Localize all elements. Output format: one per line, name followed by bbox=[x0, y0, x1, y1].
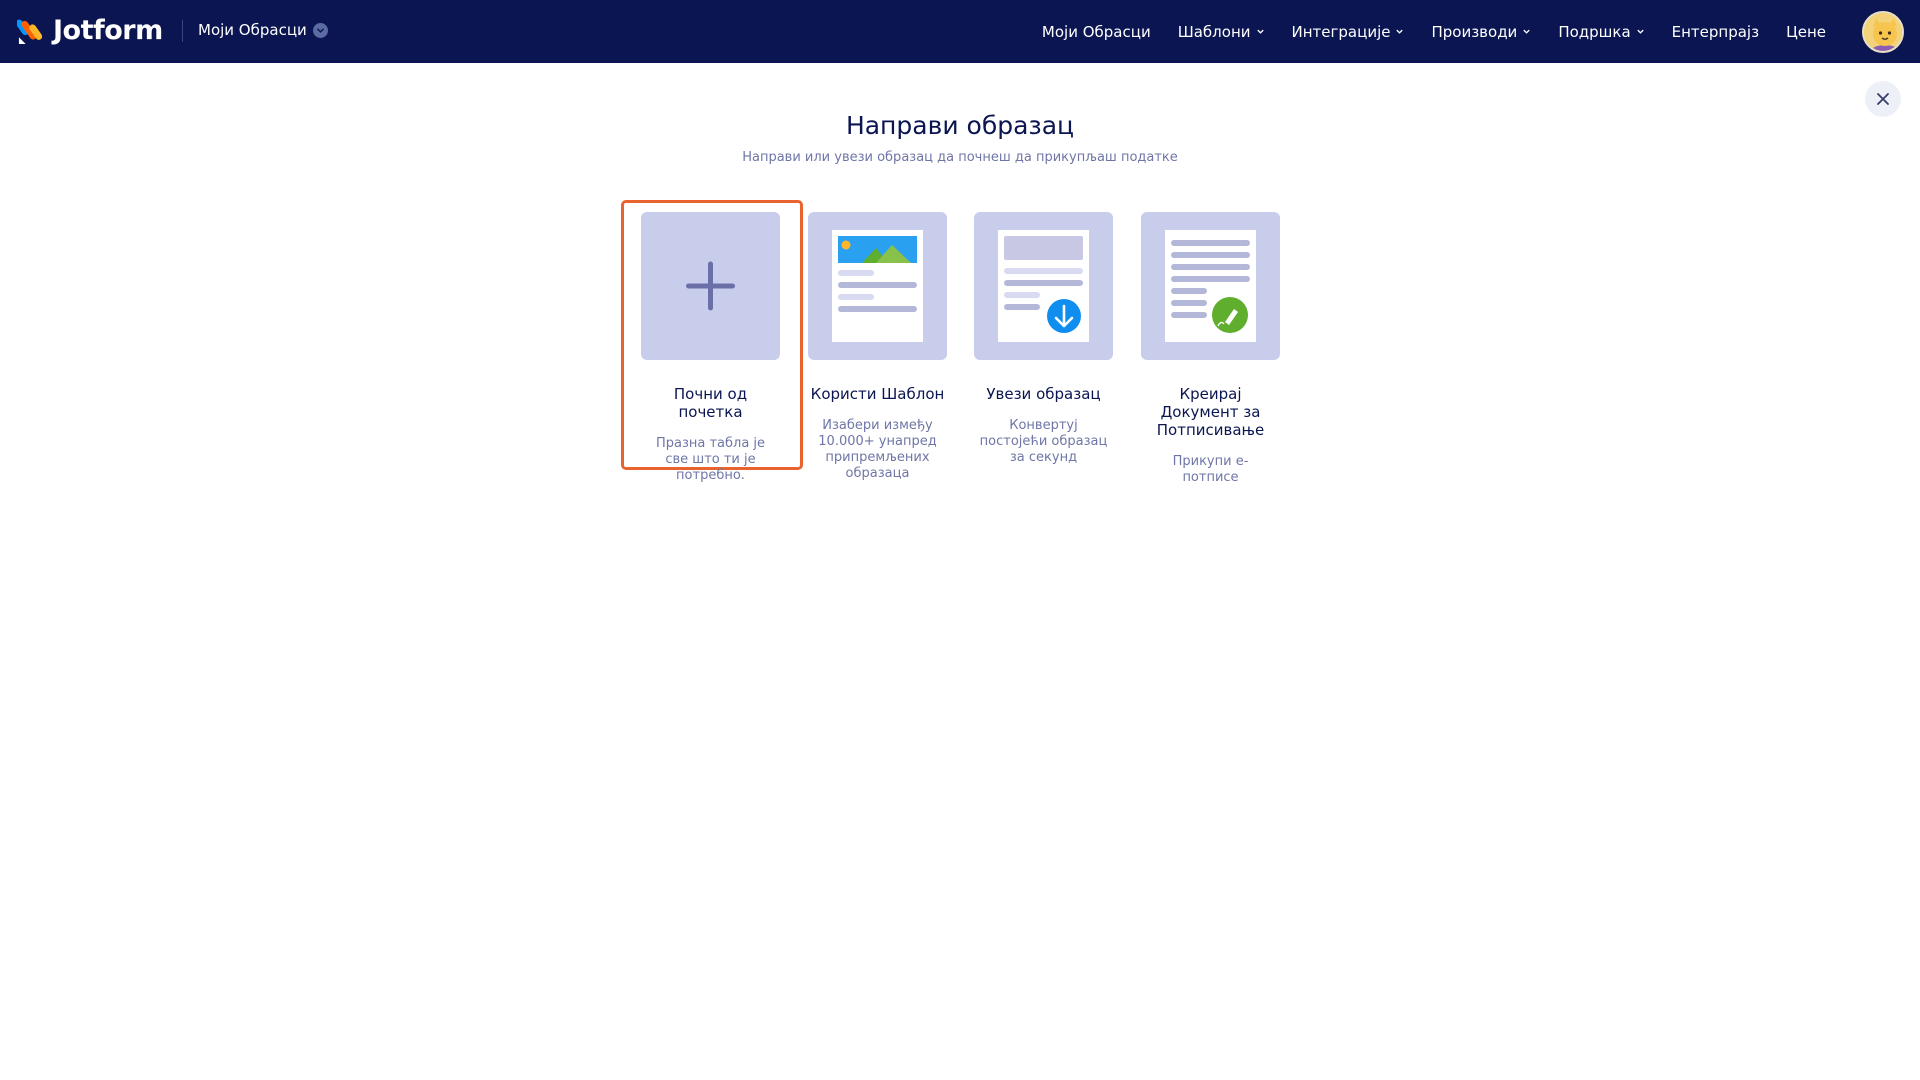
card-title: Креирај Документ за Потписивање bbox=[1156, 385, 1265, 439]
chevron-down-icon bbox=[1636, 29, 1644, 34]
plus-icon bbox=[686, 261, 735, 311]
card-thumbnail bbox=[1141, 212, 1280, 360]
page-title: Направи образац bbox=[845, 111, 1075, 140]
nav-label: Подршка bbox=[1558, 22, 1631, 41]
card-title: Користи Шаблон bbox=[810, 385, 945, 403]
myforms-dropdown[interactable]: Моји Обрасци bbox=[198, 21, 328, 39]
nav-item-pricing[interactable]: Цене bbox=[1786, 23, 1826, 41]
sign-document-icon bbox=[1165, 230, 1256, 342]
page-subtitle: Направи или увези образац да почнеш да п… bbox=[742, 150, 1178, 165]
use-template-card[interactable]: Користи Шаблон Изабери између 10.000+ ун… bbox=[808, 212, 947, 482]
card-thumbnail bbox=[808, 212, 947, 360]
chevron-down-icon bbox=[312, 22, 328, 38]
avatar[interactable] bbox=[1862, 11, 1904, 53]
chevron-down-icon bbox=[1396, 29, 1404, 34]
chevron-down-icon bbox=[1523, 29, 1530, 34]
nav-item-enterprise[interactable]: Ентерпрајз bbox=[1672, 23, 1759, 41]
nav-item-my-forms[interactable]: Моји Обрасци bbox=[1042, 23, 1151, 41]
card-thumbnail bbox=[974, 212, 1113, 360]
card-description: Изабери између 10.000+ унапред припремље… bbox=[818, 418, 937, 481]
create-sign-document-card[interactable]: Креирај Документ за Потписивање Прикупи … bbox=[1141, 212, 1280, 486]
nav-item-integrations[interactable]: Интеграције bbox=[1292, 23, 1405, 41]
nav-label: Цене bbox=[1786, 22, 1826, 41]
jotform-logo-icon bbox=[17, 19, 43, 44]
top-navigation-bar: Jotform Моји Обрасци Моји Обрасци Шаблон… bbox=[0, 0, 1920, 63]
nav-item-support[interactable]: Подршка bbox=[1558, 23, 1644, 41]
card-thumbnail bbox=[641, 212, 780, 360]
nav-label: Шаблони bbox=[1177, 22, 1251, 41]
card-description: Празна табла је све што ти је потребно. bbox=[655, 436, 766, 483]
card-title: Увези образац bbox=[986, 385, 1101, 403]
import-icon bbox=[998, 230, 1089, 342]
nav-item-products[interactable]: Производи bbox=[1431, 23, 1531, 41]
nav-item-templates[interactable]: Шаблони bbox=[1178, 23, 1265, 41]
card-title: Почни од почетка bbox=[673, 385, 748, 421]
start-from-scratch-card[interactable]: Почни од почетка Празна табла је све што… bbox=[641, 212, 780, 484]
nav-label: Ентерпрајз bbox=[1671, 22, 1760, 41]
nav-label: Интеграције bbox=[1291, 22, 1391, 41]
logo-text: Jotform bbox=[53, 15, 163, 46]
card-description: Конвертуј постојећи образац за секунд bbox=[979, 418, 1108, 465]
nav-label: Производи bbox=[1431, 22, 1518, 41]
jotform-logo[interactable]: Jotform bbox=[17, 15, 163, 46]
myforms-dropdown-label: Моји Обрасци bbox=[198, 21, 307, 39]
template-icon bbox=[832, 230, 923, 342]
topbar-divider bbox=[182, 20, 183, 42]
main-nav: Моји Обрасци Шаблони Интеграције Произво… bbox=[1042, 0, 1826, 63]
import-form-card[interactable]: Увези образац Конвертуј постојећи образа… bbox=[974, 212, 1113, 466]
chevron-down-icon bbox=[1256, 29, 1264, 34]
card-description: Прикупи е-потписе bbox=[1172, 454, 1249, 485]
user-avatar-icon bbox=[1864, 13, 1902, 51]
nav-label: Моји Обрасци bbox=[1041, 22, 1151, 41]
close-icon bbox=[1877, 93, 1889, 105]
